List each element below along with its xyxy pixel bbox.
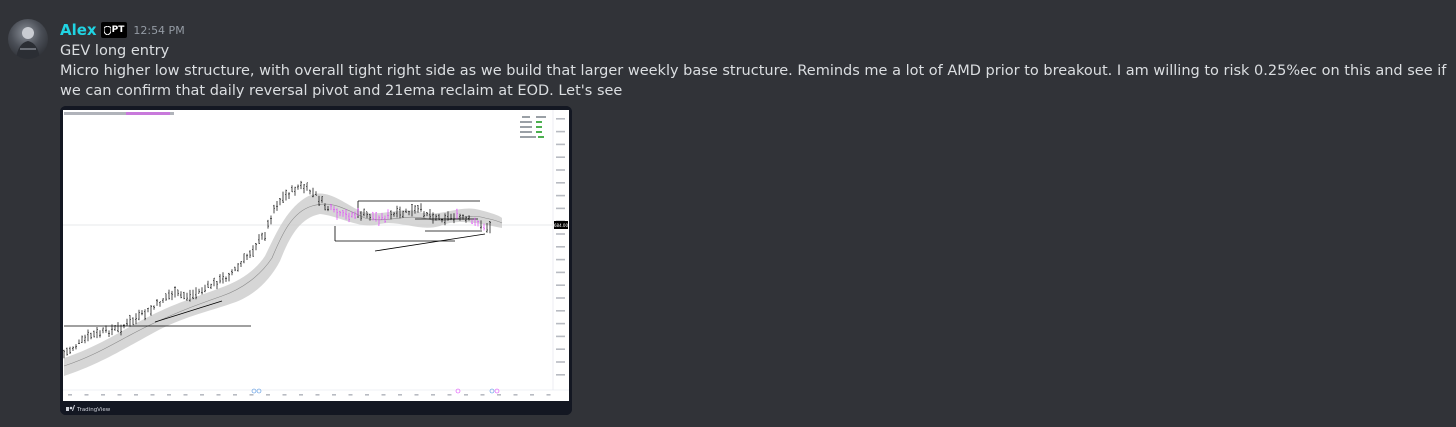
time-tick: [249, 394, 254, 396]
time-tick: [216, 394, 221, 396]
price-tick: [556, 374, 565, 376]
time-tick: [414, 394, 419, 396]
price-tag-label: 684.00: [554, 223, 568, 228]
time-tick: [513, 394, 518, 396]
time-tick: [447, 394, 452, 396]
price-tick: [556, 233, 565, 235]
price-tick: [556, 258, 565, 261]
time-tick: [464, 394, 468, 396]
price-tick: [556, 361, 565, 363]
tradingview-brand: TradingView: [76, 407, 111, 413]
chart-image: 684.00 TradingView: [60, 106, 572, 415]
time-tick: [101, 394, 105, 396]
role-tag[interactable]: PT: [100, 22, 128, 38]
chart-image-attachment[interactable]: 684.00 TradingView: [60, 106, 572, 415]
price-tick: [556, 297, 565, 299]
price-tick: [556, 130, 565, 133]
avatar[interactable]: [8, 19, 48, 59]
time-tick: [266, 394, 270, 396]
price-tick: [556, 118, 565, 120]
message-content: Alex PT 12:54 PM GEV long entry Micro hi…: [60, 19, 1450, 415]
price-tick: [556, 271, 565, 274]
time-tick: [431, 394, 435, 396]
time-tick: [530, 394, 534, 396]
message-line-title: GEV long entry: [60, 43, 170, 59]
time-tick: [546, 394, 551, 396]
time-tick: [200, 394, 204, 396]
time-tick: [150, 394, 155, 396]
price-tick: [556, 335, 565, 338]
time-tick: [381, 394, 386, 396]
time-tick: [398, 394, 402, 396]
time-tick: [117, 394, 122, 396]
price-tick: [556, 322, 565, 325]
message-line-body: Micro higher low structure, with overall…: [60, 63, 1447, 99]
time-tick: [183, 394, 188, 396]
time-tick: [84, 394, 89, 396]
price-tick: [556, 156, 565, 158]
price-tick: [556, 169, 565, 171]
price-tick: [556, 194, 565, 197]
time-tick: [233, 394, 237, 396]
price-tag: 684.00: [554, 221, 568, 229]
price-tick: [556, 284, 565, 286]
time-tick: [315, 394, 320, 396]
message-header: Alex PT 12:54 PM: [60, 19, 1450, 41]
time-tick: [348, 394, 353, 396]
time-tick: [365, 394, 369, 396]
price-tick: [556, 182, 565, 184]
chat-message: Alex PT 12:54 PM GEV long entry Micro hi…: [0, 0, 1456, 427]
price-tick: [556, 310, 565, 312]
price-axis: [556, 118, 565, 376]
price-tick: [556, 143, 565, 146]
timestamp[interactable]: 12:54 PM: [133, 24, 184, 37]
time-tick: [332, 394, 336, 396]
tag-shield-icon: [103, 25, 111, 35]
time-tick: [299, 394, 303, 396]
price-tick: [556, 246, 565, 248]
price-tick: [556, 348, 565, 350]
username[interactable]: Alex: [60, 21, 97, 39]
time-tick: [480, 394, 485, 396]
time-tick: [134, 394, 138, 396]
time-tick: [497, 394, 501, 396]
time-tick: [167, 394, 171, 396]
time-tick: [68, 394, 72, 396]
time-tick: [282, 394, 287, 396]
role-tag-label: PT: [111, 25, 125, 35]
price-tick: [556, 207, 565, 210]
